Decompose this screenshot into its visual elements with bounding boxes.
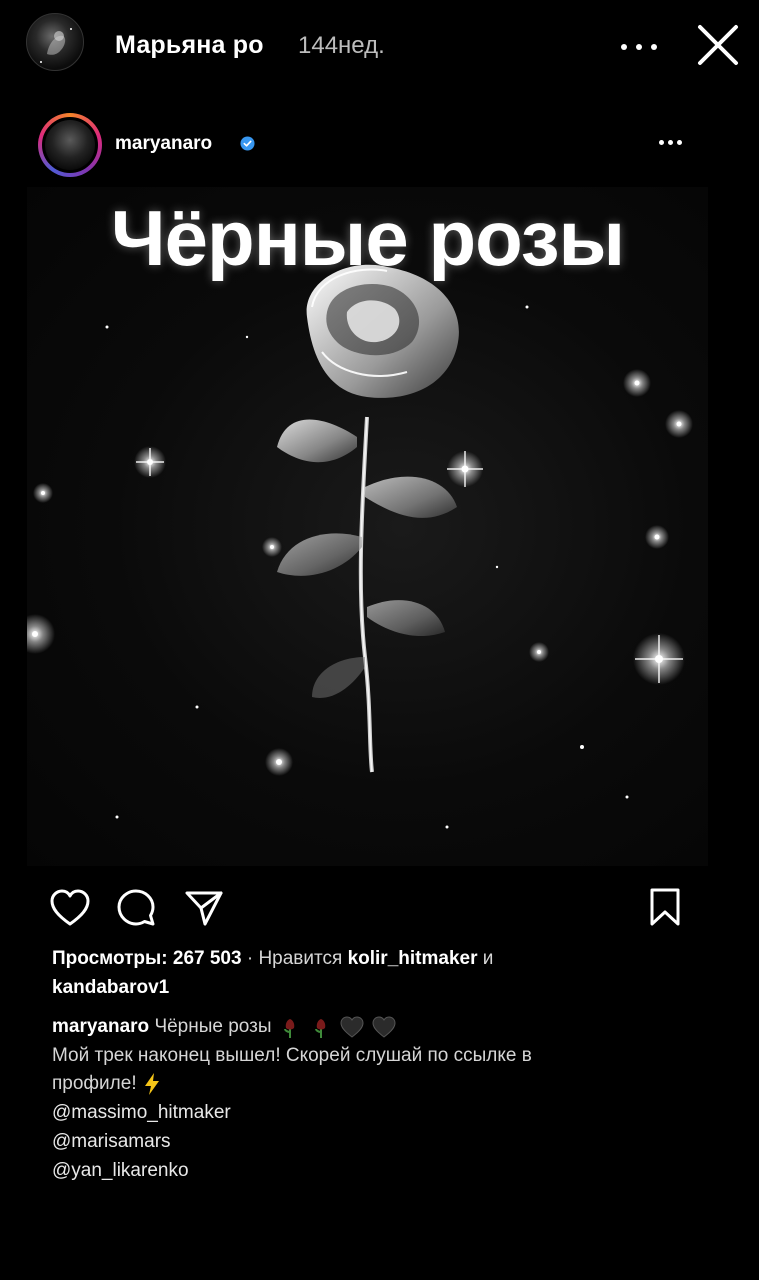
- avatar-image: [45, 120, 95, 170]
- post-avatar[interactable]: [38, 113, 102, 177]
- mention-link[interactable]: @yan_likarenko: [52, 1156, 189, 1186]
- paper-plane-icon[interactable]: [183, 888, 225, 928]
- mention-link[interactable]: @massimo_hitmaker: [52, 1098, 231, 1128]
- comment-bubble-icon[interactable]: [114, 887, 158, 929]
- post-more-icon[interactable]: [651, 130, 691, 154]
- post-actions: [0, 880, 759, 940]
- heart-icon[interactable]: [49, 888, 91, 928]
- black-heart-icon: [340, 1016, 364, 1038]
- liked-by-user-2[interactable]: kandabarov1: [52, 977, 169, 998]
- caption-title: Чёрные розы: [154, 1016, 272, 1037]
- story-timestamp: 144нед.: [298, 32, 385, 59]
- close-icon[interactable]: [695, 22, 741, 68]
- post-image[interactable]: Чёрные розы: [27, 187, 708, 866]
- liked-by-user-1[interactable]: kolir_hitmaker: [348, 948, 478, 969]
- rose-artwork: [27, 264, 693, 829]
- views-line: Просмотры: 267 503 · Нравится kolir_hitm…: [52, 944, 493, 974]
- likes-and: и: [482, 948, 494, 969]
- story-header: Марьяна ро 144нед.: [0, 0, 759, 95]
- wilted-rose-icon: [283, 1018, 295, 1038]
- bookmark-icon[interactable]: [647, 886, 683, 928]
- likes-prefix: Нравится: [258, 948, 343, 969]
- views-label: Просмотры:: [52, 948, 168, 969]
- post-avatar-frame: [42, 117, 98, 173]
- story-username[interactable]: Марьяна ро: [115, 31, 264, 60]
- wilted-rose-icon: [315, 1018, 326, 1038]
- caption-line-3: профиле!: [52, 1069, 162, 1099]
- caption-line-2: Мой трек наконец вышел! Скорей слушай по…: [52, 1045, 532, 1066]
- views-count: 267 503: [172, 948, 242, 969]
- mention-link[interactable]: @marisamars: [52, 1127, 171, 1157]
- caption-line-3-text: профиле!: [52, 1073, 137, 1094]
- verified-badge-icon: [240, 136, 255, 151]
- story-more-icon[interactable]: [617, 26, 661, 66]
- caption-line-1: maryanaro Чёрные розы: [52, 1012, 397, 1042]
- story-avatar[interactable]: [26, 13, 84, 71]
- caption-username[interactable]: maryanaro: [52, 1016, 149, 1037]
- black-heart-icon: [372, 1016, 396, 1038]
- post-username[interactable]: maryanaro: [115, 133, 212, 155]
- lightning-icon: [144, 1072, 159, 1095]
- post-image-title: Чёрные розы: [110, 194, 625, 282]
- separator: ·: [246, 948, 254, 969]
